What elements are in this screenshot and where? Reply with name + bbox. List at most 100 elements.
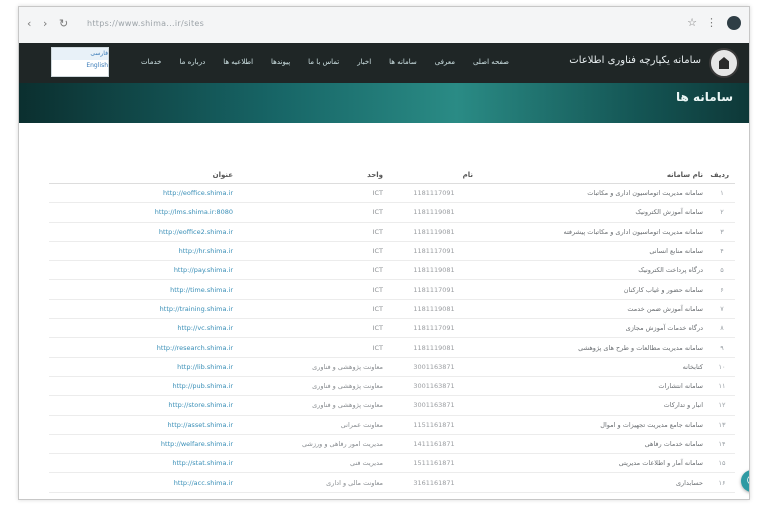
system-code-cell: 1511161871 [389, 453, 479, 474]
row-index: ۴ [709, 241, 735, 262]
menu-item[interactable]: صفحه اصلی [473, 58, 509, 66]
column-header[interactable]: نام [389, 167, 479, 184]
system-name-cell: درگاه پرداخت الکترونیک [479, 260, 709, 281]
menu-item[interactable]: اطلاعیه ها [223, 58, 253, 66]
menu-item[interactable]: اخبار [357, 58, 371, 66]
system-link[interactable]: http://acc.shima.ir [49, 472, 239, 493]
system-link[interactable]: http://pay.shima.ir [49, 260, 239, 281]
language-dropdown[interactable]: فارسی English [51, 47, 109, 77]
system-link[interactable]: http://time.shima.ir [49, 279, 239, 300]
table-row[interactable]: ۵ درگاه پرداخت الکترونیک 1181119081 ICT http… [49, 260, 735, 281]
table-row[interactable]: ۳ سامانه مدیریت اتوماسیون اداری و مکاتبات… [49, 222, 735, 242]
system-link[interactable]: http://eoffice2.shima.ir [49, 222, 239, 242]
column-header[interactable]: ردیف [709, 167, 735, 184]
browser-window: ‹ › ↻ https://www.shima...ir/sites ☆ ⋮ س… [18, 6, 750, 500]
table-row[interactable]: ۱۷سامانه ثبت درخواست های پشتیبانی3161161… [49, 492, 735, 499]
menu-item[interactable]: سامانه ها [389, 58, 417, 66]
language-option[interactable]: English [52, 60, 108, 72]
system-link[interactable]: http://eoffice.shima.ir [49, 183, 239, 204]
row-index: ۹ [709, 337, 735, 358]
row-index: ۸ [709, 318, 735, 339]
system-link[interactable]: http://asset.shima.ir [49, 415, 239, 435]
row-index: ۵ [709, 260, 735, 281]
system-code-cell: 1151161871 [389, 415, 479, 435]
system-name-cell: سامانه مدیریت اتوماسیون اداری و مکاتبات [479, 183, 709, 204]
system-name-cell: سامانه مدیریت اتوماسیون اداری و مکاتبات … [479, 222, 709, 242]
table-row[interactable]: ۱۵ سامانه آمار و اطلاعات مدیریتی 151116187… [49, 453, 735, 474]
row-index: ۱۱ [709, 376, 735, 397]
table-row[interactable]: ۶ سامانه حضور و غیاب کارکنان 1181117091 ICT… [49, 279, 735, 300]
column-header[interactable]: واحد [239, 167, 389, 184]
row-index: ۱۴ [709, 434, 735, 455]
system-link[interactable]: http://pub.shima.ir [49, 376, 239, 397]
row-index: ۲ [709, 202, 735, 223]
system-name-cell: سامانه خدمات رفاهی [479, 434, 709, 455]
browser-toolbar: ‹ › ↻ https://www.shima...ir/sites ☆ ⋮ [19, 7, 749, 44]
menu-item[interactable]: درباره ما [180, 58, 206, 66]
table-row[interactable]: ۱۲ انبار و تدارکات 3001163871 معاونت پژوهشی… [49, 395, 735, 416]
table-row[interactable]: ۱۰ کتابخانه 3001163871 معاونت پژوهشی و فناو… [49, 357, 735, 377]
site-logo-icon[interactable] [709, 48, 739, 78]
system-code-cell: 3161161871 [389, 492, 479, 499]
column-header[interactable]: نام سامانه [479, 167, 709, 184]
system-link[interactable]: http://lib.shima.ir [49, 357, 239, 377]
forward-arrow-icon[interactable]: › [43, 17, 47, 30]
row-index: ۱۲ [709, 395, 735, 416]
table-row[interactable]: ۱ سامانه مدیریت اتوماسیون اداری و مکاتبات… [49, 183, 735, 204]
row-index: ۳ [709, 222, 735, 242]
bookmark-icon[interactable]: ☆ [687, 16, 697, 29]
share-icon[interactable]: ⋮ [706, 16, 717, 29]
system-link[interactable]: http://lms.shima.ir:8080 [49, 202, 239, 223]
menu-item[interactable]: معرفی [435, 58, 455, 66]
table-row[interactable]: ۸ درگاه خدمات آموزش مجازی 1181117091 ICT htt… [49, 318, 735, 339]
table-row[interactable]: ۱۱ سامانه انتشارات 3001163871 معاونت پژوهشی… [49, 376, 735, 397]
table-row[interactable]: ۱۶ حسابداری 3161161871 معاونت مالی و اداری h… [49, 472, 735, 493]
system-name-cell: سامانه انتشارات [479, 376, 709, 397]
menu-item[interactable]: تماس با ما [308, 58, 339, 66]
menu-item[interactable]: خدمات [141, 58, 161, 66]
system-name-cell: سامانه آمار و اطلاعات مدیریتی [479, 453, 709, 474]
table-row[interactable]: ۷ سامانه آموزش ضمن خدمت 1181119081 ICT http:… [49, 299, 735, 320]
system-link[interactable]: http://welfare.shima.ir [49, 434, 239, 455]
language-option[interactable]: فارسی [52, 48, 108, 60]
system-link[interactable]: http://hr.shima.ir [49, 241, 239, 262]
system-link[interactable]: http://vc.shima.ir [49, 318, 239, 339]
site-brand[interactable]: سامانه یکپارچه فناوری اطلاعات [569, 55, 701, 66]
system-name-cell: انبار و تدارکات [479, 395, 709, 416]
menu-item[interactable]: پیوندها [271, 58, 290, 66]
system-code-cell: 1181119081 [389, 222, 479, 242]
page-banner: سامانه ها [19, 83, 749, 123]
system-link[interactable]: http://help.shima.ir [49, 492, 239, 499]
system-link[interactable]: http://research.shima.ir [49, 337, 239, 358]
table-row[interactable]: ۹ سامانه مدیریت مطالعات و طرح های پژوهشی 1… [49, 337, 735, 358]
site-navbar: سامانه یکپارچه فناوری اطلاعات صفحه اصلی … [19, 43, 749, 83]
unit-cell: ICT [239, 279, 389, 300]
system-link[interactable]: http://training.shima.ir [49, 299, 239, 320]
unit-cell: ICT [239, 183, 389, 204]
profile-avatar-icon[interactable] [727, 16, 741, 30]
table-row[interactable]: ۲ سامانه آموزش الکترونیک 1181119081 ICT http… [49, 202, 735, 223]
chat-icon[interactable]: ☺ [741, 470, 749, 492]
table-row[interactable]: ۱۴ سامانه خدمات رفاهی 1411161871 مدیریت امو… [49, 434, 735, 455]
system-name-cell: سامانه حضور و غیاب کارکنان [479, 279, 709, 300]
system-name-cell: درگاه خدمات آموزش مجازی [479, 318, 709, 339]
reload-icon[interactable]: ↻ [59, 17, 68, 30]
system-name-cell: سامانه ثبت درخواست های پشتیبانی [479, 492, 709, 499]
address-input[interactable]: https://www.shima...ir/sites [87, 19, 204, 28]
unit-cell: معاونت پژوهشی و فناوری [239, 376, 389, 397]
column-header[interactable]: عنوان [49, 167, 239, 184]
back-arrow-icon[interactable]: ‹ [27, 17, 31, 30]
system-link[interactable]: http://stat.shima.ir [49, 453, 239, 474]
row-index: ۱ [709, 183, 735, 204]
table-row[interactable]: ۱۳ سامانه جامع مدیریت تجهیزات و اموال 1151… [49, 415, 735, 435]
system-code-cell: 1181119081 [389, 202, 479, 223]
table-row[interactable]: ۴ سامانه منابع انسانی 1181117091 ICT http://… [49, 241, 735, 262]
system-name-cell: سامانه آموزش الکترونیک [479, 202, 709, 223]
unit-cell: ICT [239, 337, 389, 358]
row-index: ۱۷ [709, 492, 735, 499]
system-link[interactable]: http://store.shima.ir [49, 395, 239, 416]
system-name-cell: سامانه آموزش ضمن خدمت [479, 299, 709, 320]
system-name-cell: سامانه منابع انسانی [479, 241, 709, 262]
row-index: ۱۳ [709, 415, 735, 435]
system-code-cell: 1181117091 [389, 241, 479, 262]
